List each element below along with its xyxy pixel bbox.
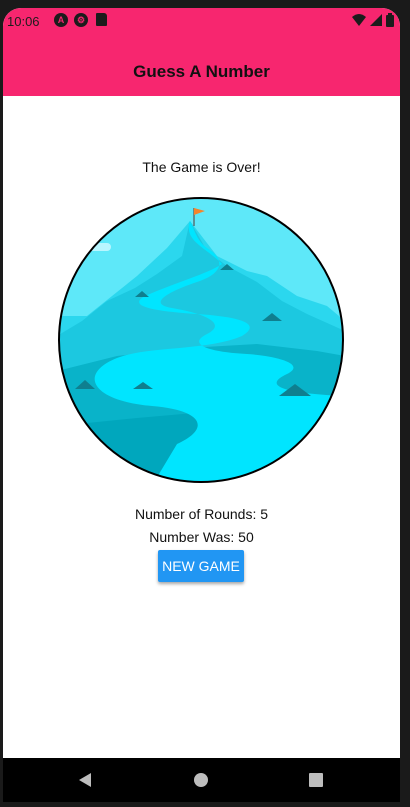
signal-icon — [370, 14, 382, 26]
settings-icon: ⚙ — [74, 13, 88, 27]
home-icon[interactable] — [193, 772, 209, 788]
battery-icon — [386, 13, 394, 27]
game-over-title: The Game is Over! — [142, 159, 261, 175]
number-text: Number Was: 50 — [149, 529, 254, 545]
status-bar: 10:06 A ⚙ — [3, 8, 400, 34]
new-game-button[interactable]: NEW GAME — [158, 550, 244, 582]
sd-card-icon — [96, 13, 107, 26]
phone-screen: 10:06 A ⚙ Guess A Number The Game is Ove… — [3, 8, 400, 758]
app-title: Guess A Number — [133, 62, 270, 81]
app-header: Guess A Number — [3, 34, 400, 96]
notification-icons: A ⚙ — [54, 13, 107, 27]
navigation-bar — [3, 758, 400, 802]
wifi-icon — [352, 14, 366, 26]
system-icons — [352, 13, 394, 27]
angular-icon: A — [54, 13, 68, 27]
rounds-text: Number of Rounds: 5 — [134, 506, 269, 522]
back-icon[interactable] — [77, 772, 93, 788]
recents-icon[interactable] — [308, 772, 324, 788]
mountain-image — [57, 196, 345, 484]
status-time: 10:06 — [7, 14, 40, 29]
